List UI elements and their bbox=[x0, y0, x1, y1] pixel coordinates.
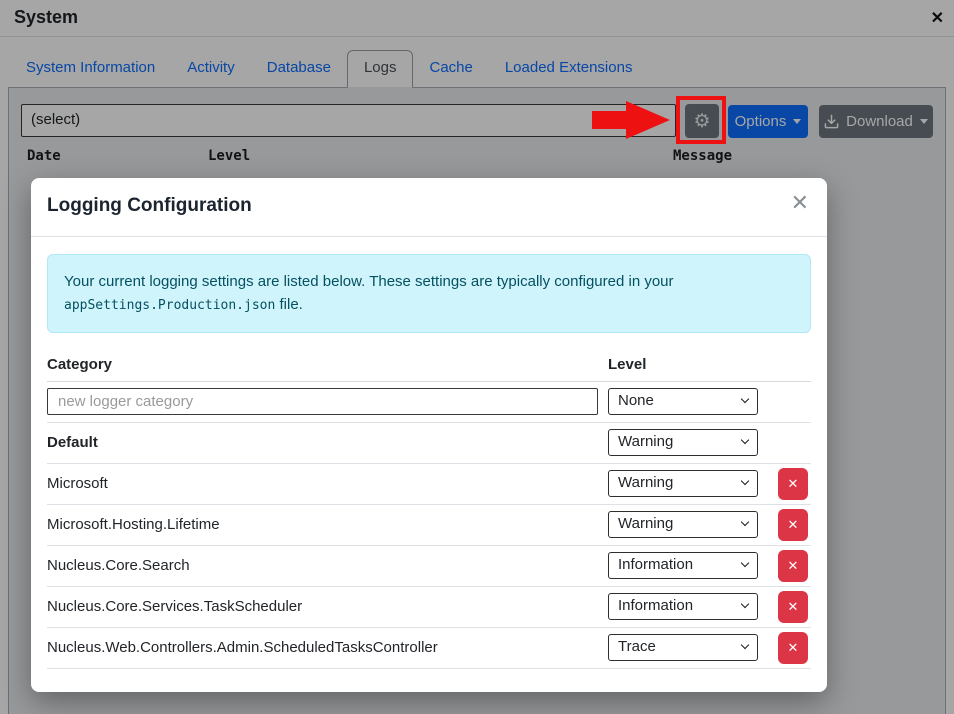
delete-x-icon: ✕ bbox=[788, 517, 799, 533]
level-select-value: Information bbox=[618, 597, 693, 614]
level-cell: Warning bbox=[608, 429, 758, 456]
logger-row-nucleus-core-search: Nucleus.Core.Search Information ✕ bbox=[47, 546, 811, 587]
logger-row-task-scheduler: Nucleus.Core.Services.TaskScheduler Info… bbox=[47, 587, 811, 628]
level-select-hosting-lifetime[interactable]: Warning bbox=[608, 511, 758, 538]
logging-configuration-modal: Logging Configuration ✕ Your current log… bbox=[31, 178, 827, 692]
modal-title: Logging Configuration bbox=[47, 195, 811, 217]
action-cell: ✕ bbox=[758, 468, 811, 500]
level-select-value: Trace bbox=[618, 638, 656, 655]
level-column-header: Level bbox=[608, 356, 811, 373]
new-logger-category-input[interactable] bbox=[47, 388, 598, 415]
level-select-value: Information bbox=[618, 556, 693, 573]
action-cell: ✕ bbox=[758, 591, 811, 623]
chevron-down-icon bbox=[741, 395, 749, 403]
level-select-value: Warning bbox=[618, 515, 673, 532]
alert-text: Your current logging settings are listed… bbox=[64, 273, 674, 290]
delete-x-icon: ✕ bbox=[788, 558, 799, 574]
new-logger-row: None bbox=[47, 382, 811, 423]
logger-row-scheduled-tasks-controller: Nucleus.Web.Controllers.Admin.ScheduledT… bbox=[47, 628, 811, 669]
logger-row-microsoft-hosting-lifetime: Microsoft.Hosting.Lifetime Warning ✕ bbox=[47, 505, 811, 546]
config-table-header: Category Level bbox=[47, 356, 811, 382]
system-dialog-screen: System ✕ System Information Activity Dat… bbox=[0, 0, 954, 714]
level-select-value: Warning bbox=[618, 433, 673, 450]
logger-category: Nucleus.Core.Services.TaskScheduler bbox=[47, 598, 608, 615]
level-select-microsoft[interactable]: Warning bbox=[608, 470, 758, 497]
info-alert: Your current logging settings are listed… bbox=[47, 254, 811, 333]
delete-logger-button[interactable]: ✕ bbox=[778, 550, 808, 582]
modal-close-icon[interactable]: ✕ bbox=[791, 192, 809, 214]
chevron-down-icon bbox=[741, 600, 749, 608]
delete-x-icon: ✕ bbox=[788, 599, 799, 615]
level-select-default[interactable]: Warning bbox=[608, 429, 758, 456]
new-logger-cell bbox=[47, 388, 608, 415]
chevron-down-icon bbox=[741, 641, 749, 649]
action-cell: ✕ bbox=[758, 632, 811, 664]
chevron-down-icon bbox=[741, 559, 749, 567]
category-column-header: Category bbox=[47, 356, 608, 373]
level-cell: Trace bbox=[608, 634, 758, 661]
delete-logger-button[interactable]: ✕ bbox=[778, 591, 808, 623]
delete-x-icon: ✕ bbox=[788, 640, 799, 656]
modal-header: Logging Configuration ✕ bbox=[31, 178, 827, 237]
alert-code: appSettings.Production.json bbox=[64, 298, 275, 313]
annotation-red-arrow bbox=[592, 101, 670, 139]
delete-logger-button[interactable]: ✕ bbox=[778, 509, 808, 541]
logger-row-default: Default Warning bbox=[47, 423, 811, 464]
logger-row-microsoft: Microsoft Warning ✕ bbox=[47, 464, 811, 505]
level-cell: None bbox=[608, 388, 758, 415]
logger-category: Microsoft.Hosting.Lifetime bbox=[47, 516, 608, 533]
level-cell: Warning bbox=[608, 470, 758, 497]
logger-category: Default bbox=[47, 434, 608, 451]
level-cell: Information bbox=[608, 593, 758, 620]
level-select-core-search[interactable]: Information bbox=[608, 552, 758, 579]
level-select-value: None bbox=[618, 392, 654, 409]
chevron-down-icon bbox=[741, 518, 749, 526]
action-cell: ✕ bbox=[758, 509, 811, 541]
level-cell: Warning bbox=[608, 511, 758, 538]
chevron-down-icon bbox=[741, 477, 749, 485]
level-select-scheduled-tasks[interactable]: Trace bbox=[608, 634, 758, 661]
delete-x-icon: ✕ bbox=[788, 476, 799, 492]
action-cell: ✕ bbox=[758, 550, 811, 582]
annotation-red-highlight-box bbox=[676, 96, 726, 144]
level-select-value: Warning bbox=[618, 474, 673, 491]
modal-body: Your current logging settings are listed… bbox=[31, 237, 827, 669]
level-select-task-scheduler[interactable]: Information bbox=[608, 593, 758, 620]
logger-category: Nucleus.Core.Search bbox=[47, 557, 608, 574]
alert-text-suffix: file. bbox=[280, 296, 303, 313]
level-cell: Information bbox=[608, 552, 758, 579]
logger-category: Nucleus.Web.Controllers.Admin.ScheduledT… bbox=[47, 639, 608, 656]
delete-logger-button[interactable]: ✕ bbox=[778, 468, 808, 500]
delete-logger-button[interactable]: ✕ bbox=[778, 632, 808, 664]
level-select-new[interactable]: None bbox=[608, 388, 758, 415]
logger-category: Microsoft bbox=[47, 475, 608, 492]
chevron-down-icon bbox=[741, 436, 749, 444]
